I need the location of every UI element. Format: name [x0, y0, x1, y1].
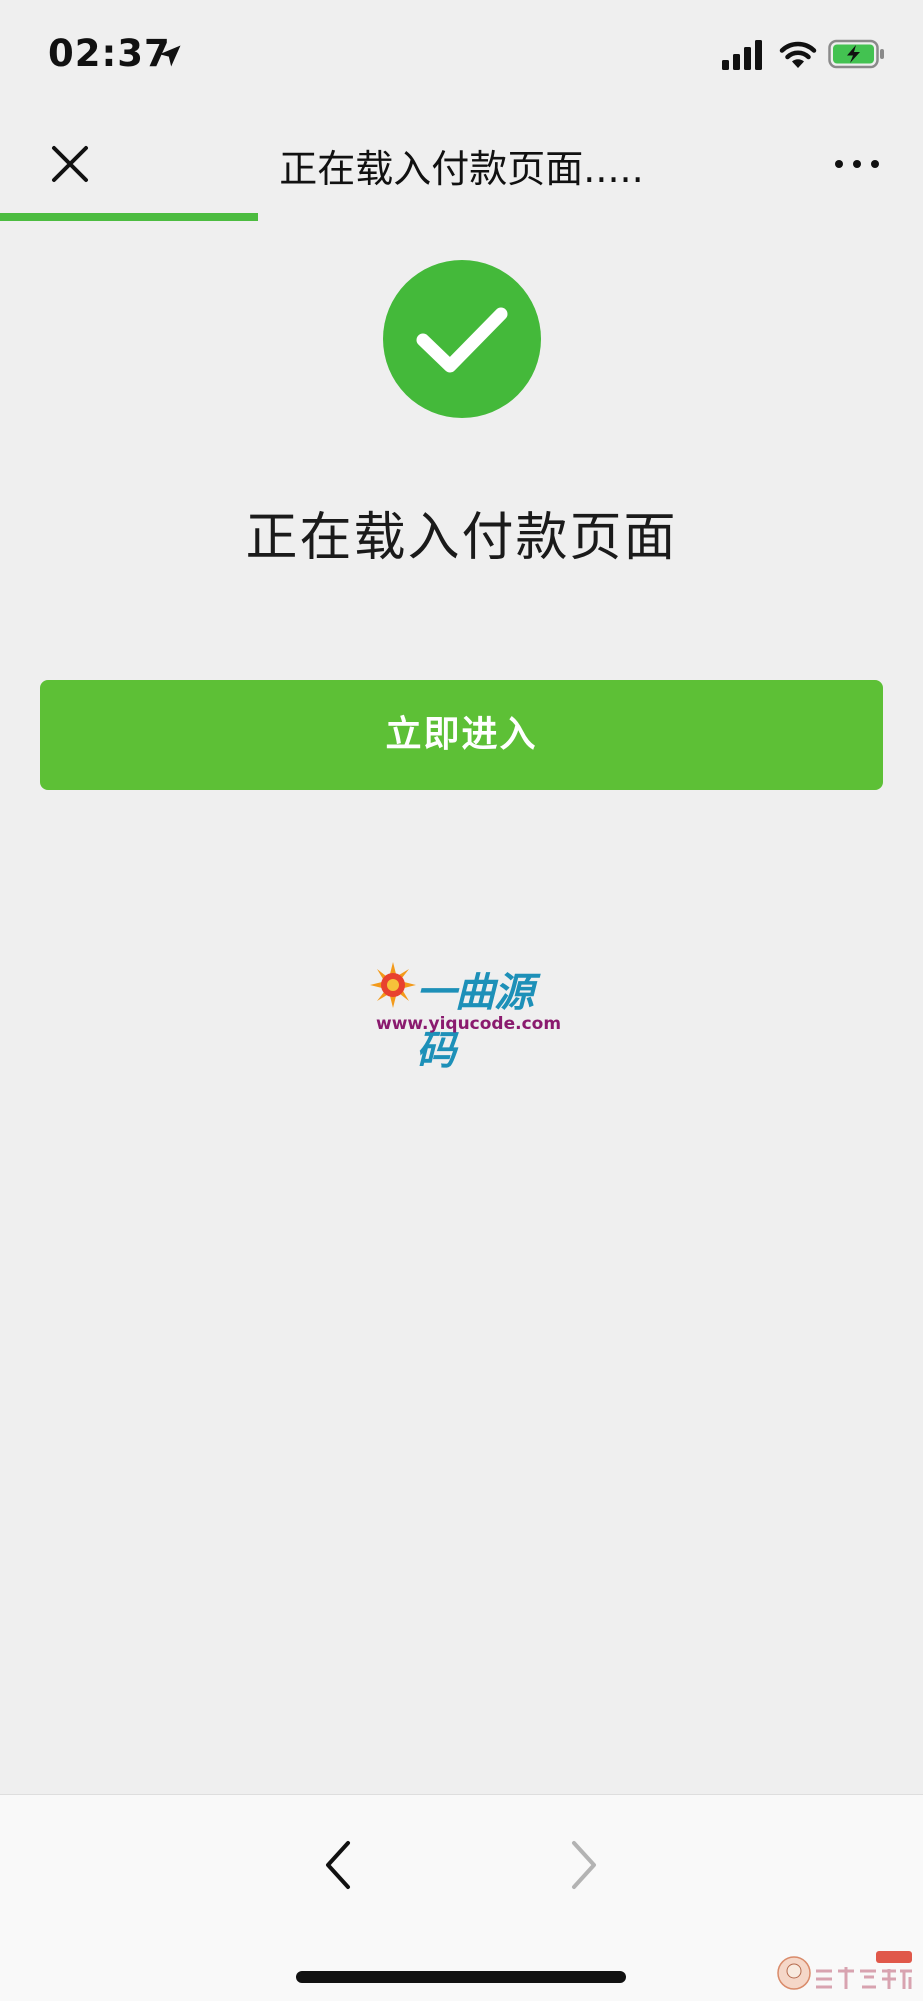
chevron-right-icon [572, 1841, 596, 1889]
loading-progress-bar [0, 213, 923, 221]
loading-message: 正在载入付款页面 [245, 508, 678, 568]
chevron-left-icon[interactable] [314, 1835, 364, 1895]
status-bar: 02:37 [0, 0, 923, 110]
success-check-icon [383, 260, 541, 418]
wifi-icon [779, 41, 817, 68]
corner-watermark-logo [777, 1951, 912, 1990]
battery-charging-icon [828, 39, 884, 69]
more-horizontal-icon[interactable] [827, 134, 887, 194]
bottom-toolbar [0, 1794, 923, 2001]
enter-now-button[interactable]: 立即进入 [40, 680, 883, 790]
sun-logo-icon [370, 962, 416, 1008]
cellular-signal-icon [722, 40, 762, 70]
watermark-url: www.yiqucode.com [376, 1014, 562, 1034]
watermark-logo: 一曲源码 www.yiqucode.com [368, 960, 562, 1074]
location-arrow-icon [159, 45, 181, 67]
page-title: 正在载入付款页面..... [279, 147, 644, 191]
home-indicator[interactable] [296, 1971, 626, 1983]
loading-progress-fill [0, 213, 259, 221]
status-time: 02:37 [48, 32, 171, 75]
nav-bar: 正在载入付款页面..... [0, 110, 923, 220]
close-icon[interactable] [40, 134, 100, 194]
